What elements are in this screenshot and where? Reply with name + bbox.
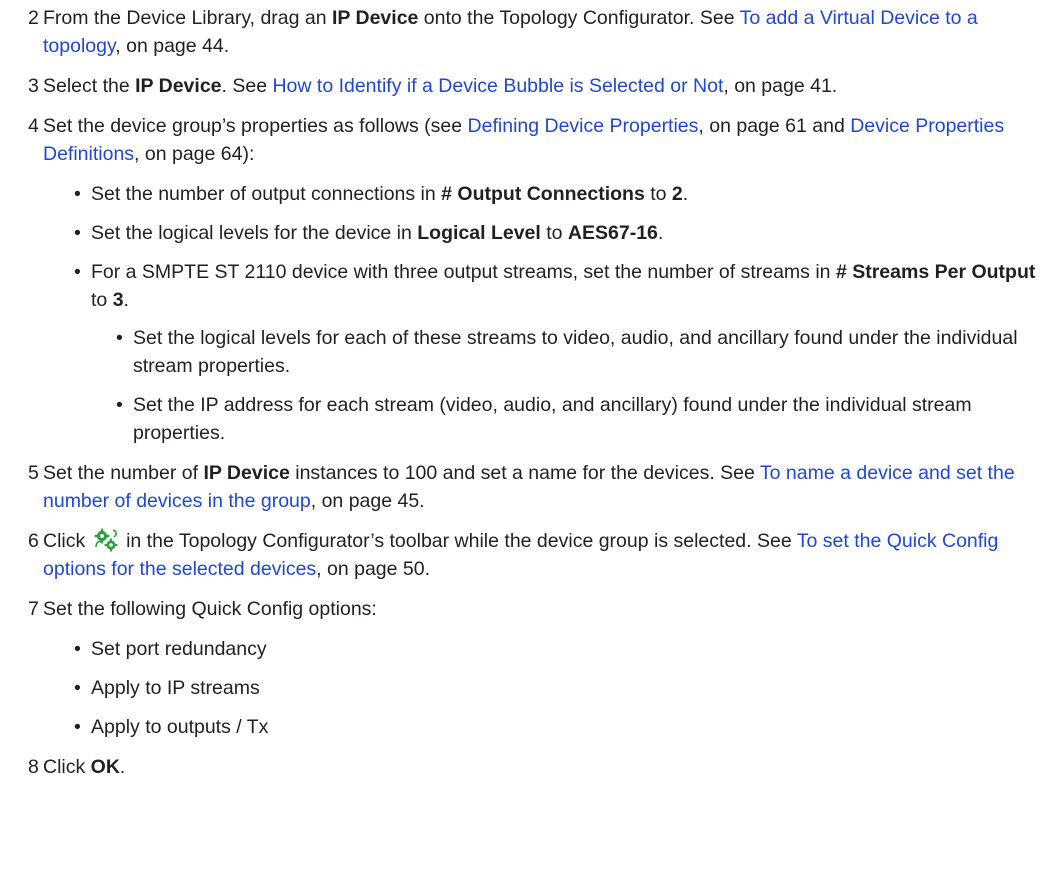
ui-term: IP Device — [135, 75, 222, 97]
step-text: Set the number of output connections in — [91, 183, 442, 205]
procedure-document: 2 From the Device Library, drag an IP De… — [28, 4, 1052, 793]
step-text: Apply to outputs / Tx — [91, 716, 269, 738]
step-text: instances to 100 and set a name for the … — [289, 462, 760, 484]
step-text: . — [682, 183, 689, 205]
ui-term: IP Device — [332, 7, 419, 29]
step-text: to — [644, 183, 672, 205]
sub-bullet-list: • Set the logical levels for each of the… — [43, 324, 1052, 447]
xref-link[interactable]: Defining Device Properties — [468, 115, 699, 137]
step-2: 2 From the Device Library, drag an IP De… — [28, 4, 1052, 60]
list-item: • Set the logical levels for the device … — [43, 219, 1052, 247]
step-number: 6 — [28, 530, 39, 552]
step-number: 3 — [28, 75, 39, 97]
step-text: , on page 50. — [316, 558, 431, 580]
xref-link[interactable]: How to Identify if a Device Bubble is Se… — [272, 75, 723, 97]
step-6: 6 Click in the Topology Configurator’s t… — [28, 527, 1052, 583]
bullet-glyph: • — [74, 261, 81, 283]
bullet-list: • Set the number of output connections i… — [43, 180, 1052, 447]
list-item: • Set port redundancy — [43, 635, 1052, 663]
step-text: , on page 41. — [723, 75, 838, 97]
step-3: 3 Select the IP Device. See How to Ident… — [28, 72, 1052, 100]
step-text: , on page 64): — [134, 143, 255, 165]
step-text: Apply to IP streams — [91, 677, 260, 699]
step-text: Select the — [43, 75, 136, 97]
step-text: From the Device Library, drag an — [43, 7, 333, 29]
step-8: 8 Click OK. — [28, 753, 1052, 781]
bullet-list: • Set port redundancy • Apply to IP stre… — [43, 635, 1052, 741]
step-text: onto the Topology Configurator. See — [418, 7, 740, 29]
step-text: Set the following Quick Config options: — [43, 598, 377, 620]
step-text: , on page 61 and — [698, 115, 851, 137]
list-item: • Set the IP address for each stream (vi… — [43, 391, 1052, 447]
step-text: Set the logical levels for each of these… — [133, 327, 1018, 377]
step-number: 5 — [28, 462, 39, 484]
quick-config-icon — [92, 527, 119, 553]
ui-value: 3 — [112, 289, 124, 311]
step-text: . See — [221, 75, 273, 97]
step-text: Click — [43, 530, 91, 552]
ui-term: OK — [90, 756, 120, 778]
step-text: For a SMPTE ST 2110 device with three ou… — [91, 261, 836, 283]
bullet-glyph: • — [116, 327, 123, 349]
bullet-glyph: • — [74, 677, 81, 699]
step-text: to — [91, 289, 113, 311]
step-text: Click — [43, 756, 91, 778]
ui-value: 2 — [671, 183, 683, 205]
ui-term: # Output Connections — [441, 183, 645, 205]
step-text: Set the IP address for each stream (vide… — [133, 394, 972, 444]
step-text: Set the device group’s properties as fol… — [43, 115, 468, 137]
step-text: Set the logical levels for the device in — [91, 222, 418, 244]
step-text: . — [119, 756, 126, 778]
step-text: , on page 44. — [115, 35, 230, 57]
list-item: • Apply to IP streams — [43, 674, 1052, 702]
bullet-glyph: • — [74, 222, 81, 244]
bullet-glyph: • — [74, 716, 81, 738]
step-text: . — [123, 289, 129, 311]
step-text: to — [540, 222, 568, 244]
ui-term: # Streams Per Output — [835, 261, 1036, 283]
step-number: 4 — [28, 115, 39, 137]
bullet-glyph: • — [116, 394, 123, 416]
step-4: 4 Set the device group’s properties as f… — [28, 112, 1052, 447]
step-number: 2 — [28, 7, 39, 29]
list-item: • For a SMPTE ST 2110 device with three … — [43, 258, 1052, 447]
step-text: Set the number of — [43, 462, 204, 484]
step-text: in the Topology Configurator’s toolbar w… — [120, 530, 797, 552]
step-5: 5 Set the number of IP Device instances … — [28, 459, 1052, 515]
list-item: • Apply to outputs / Tx — [43, 713, 1052, 741]
step-7: 7 Set the following Quick Config options… — [28, 595, 1052, 741]
bullet-glyph: • — [74, 183, 81, 205]
ui-term: IP Device — [203, 462, 290, 484]
list-item: • Set the logical levels for each of the… — [43, 324, 1052, 380]
ui-term: Logical Level — [417, 222, 541, 244]
step-text: , on page 45. — [310, 490, 425, 512]
step-text: . — [657, 222, 664, 244]
step-number: 8 — [28, 756, 39, 778]
step-number: 7 — [28, 598, 39, 620]
list-item: • Set the number of output connections i… — [43, 180, 1052, 208]
ui-value: AES67-16 — [567, 222, 658, 244]
step-text: Set port redundancy — [91, 638, 267, 660]
bullet-glyph: • — [74, 638, 81, 660]
